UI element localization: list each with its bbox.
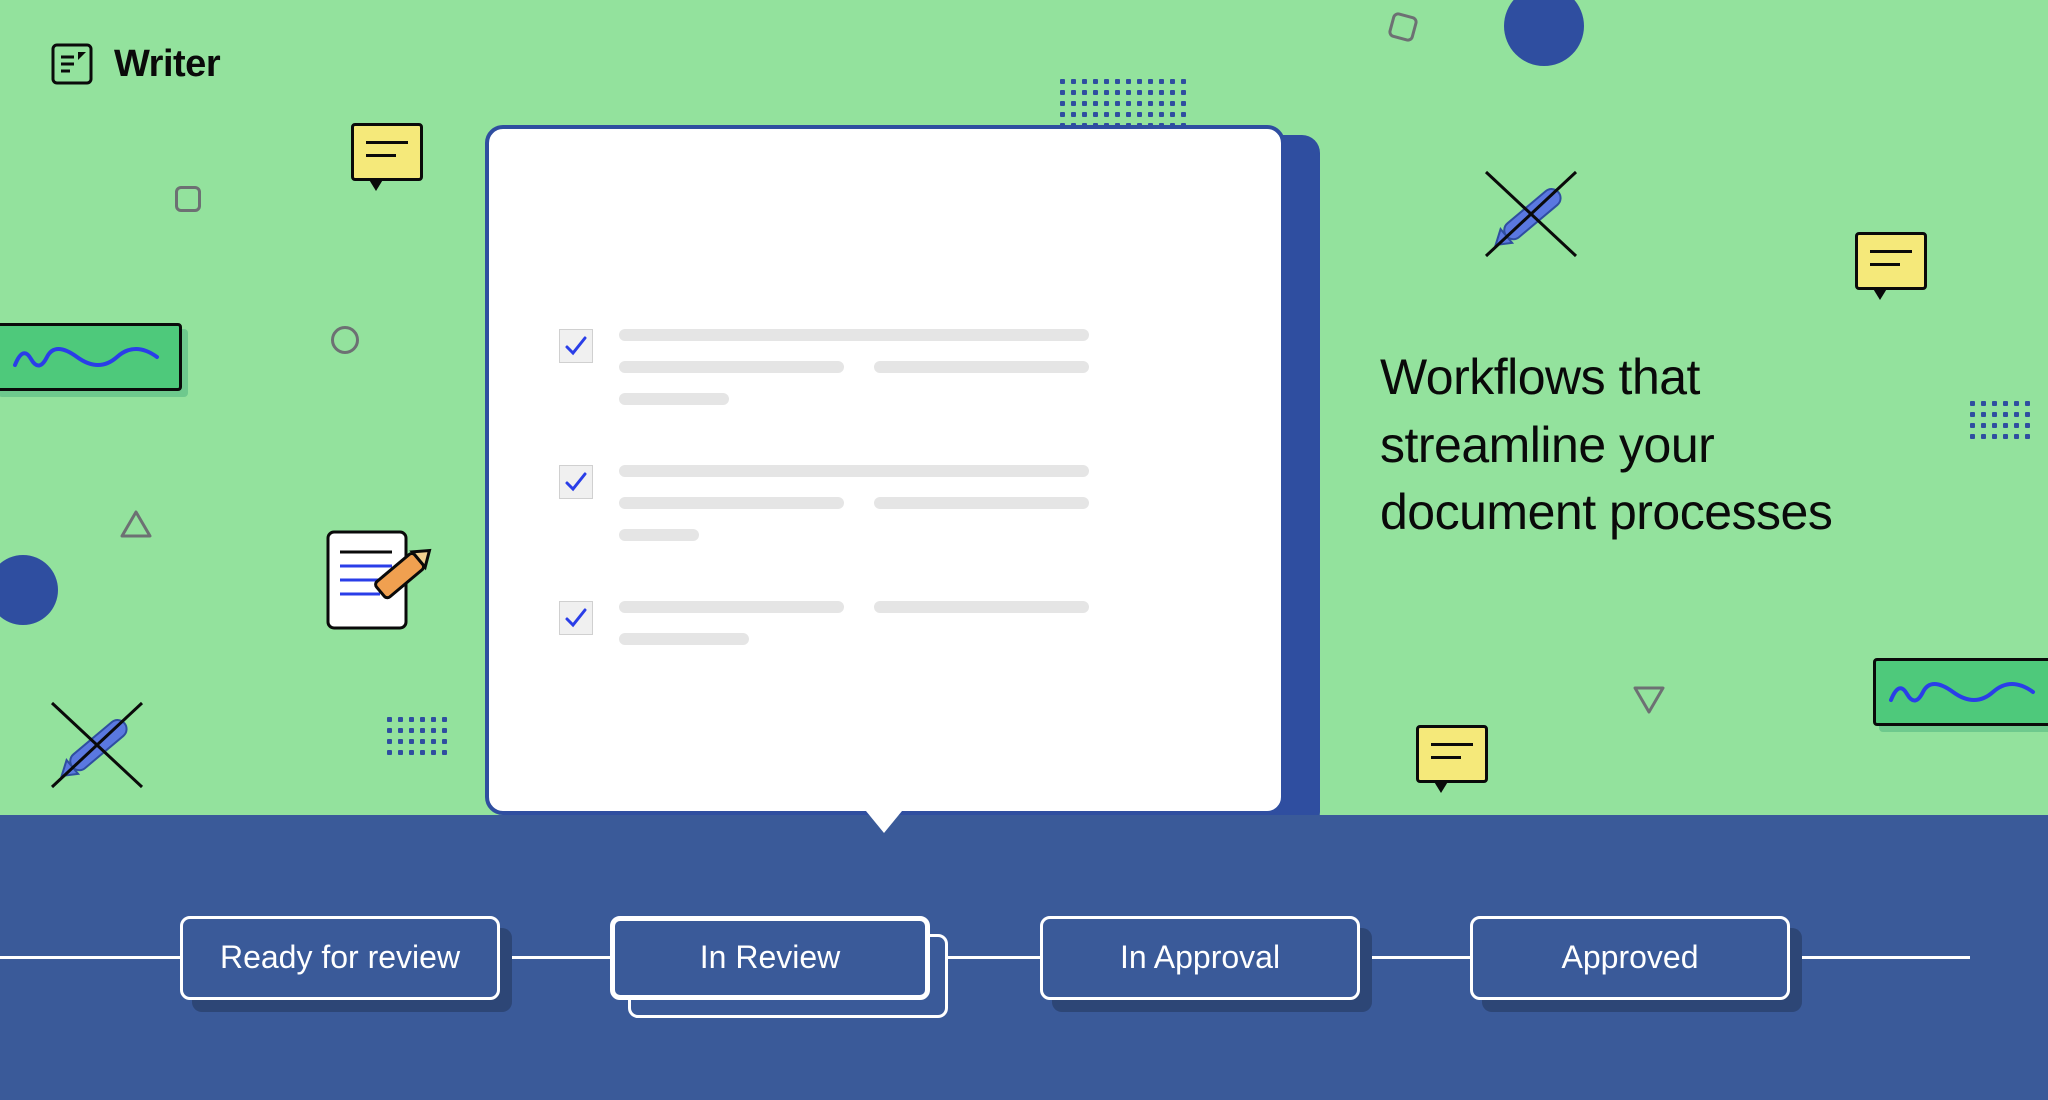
deco-dots-icon	[1970, 401, 2030, 439]
document-pointer-icon	[866, 811, 902, 833]
checkbox-checked-icon	[559, 329, 593, 363]
no-edit-icon	[1476, 164, 1586, 269]
workflow-stage-approved[interactable]: Approved	[1470, 916, 1790, 1000]
signature-badge-icon	[1873, 658, 2048, 726]
checkbox-checked-icon	[559, 601, 593, 635]
deco-triangle-icon	[119, 510, 153, 545]
workflow-stage-ready[interactable]: Ready for review	[180, 916, 500, 1000]
deco-dots-icon	[387, 717, 447, 755]
stage-label: In Approval	[1120, 939, 1280, 976]
deco-triangle-icon	[1632, 684, 1666, 719]
workflow-footer: Ready for review In Review In Approval A…	[0, 815, 2048, 1100]
stage-label: Approved	[1562, 939, 1699, 976]
no-edit-icon	[42, 695, 152, 800]
checklist-item	[559, 601, 1211, 645]
checklist-item	[559, 329, 1211, 405]
deco-dots-icon	[1060, 79, 1186, 128]
signature-badge-icon	[0, 323, 182, 391]
checkbox-checked-icon	[559, 465, 593, 499]
deco-circle-icon	[331, 326, 359, 354]
deco-circle-fill-icon	[0, 555, 58, 625]
writer-icon	[50, 42, 94, 86]
checklist-item	[559, 465, 1211, 541]
document-preview	[485, 125, 1285, 815]
deco-circle-fill-icon	[1504, 0, 1584, 66]
brand-logo: Writer	[50, 42, 220, 86]
workflow-stage-in-review[interactable]: In Review	[610, 916, 930, 1000]
chat-bubble-icon	[1855, 232, 1927, 290]
hero-headline: Workflows that streamline your document …	[1380, 344, 1930, 547]
deco-square-icon	[175, 186, 201, 212]
deco-square-icon	[1387, 11, 1419, 43]
chat-bubble-icon	[351, 123, 423, 181]
edit-document-icon	[316, 524, 436, 649]
brand-name: Writer	[114, 43, 220, 86]
chat-bubble-icon	[1416, 725, 1488, 783]
stage-label: In Review	[700, 939, 841, 976]
workflow-stage-in-approval[interactable]: In Approval	[1040, 916, 1360, 1000]
workflow-stepper: Ready for review In Review In Approval A…	[0, 916, 2048, 1000]
stage-label: Ready for review	[220, 939, 460, 976]
